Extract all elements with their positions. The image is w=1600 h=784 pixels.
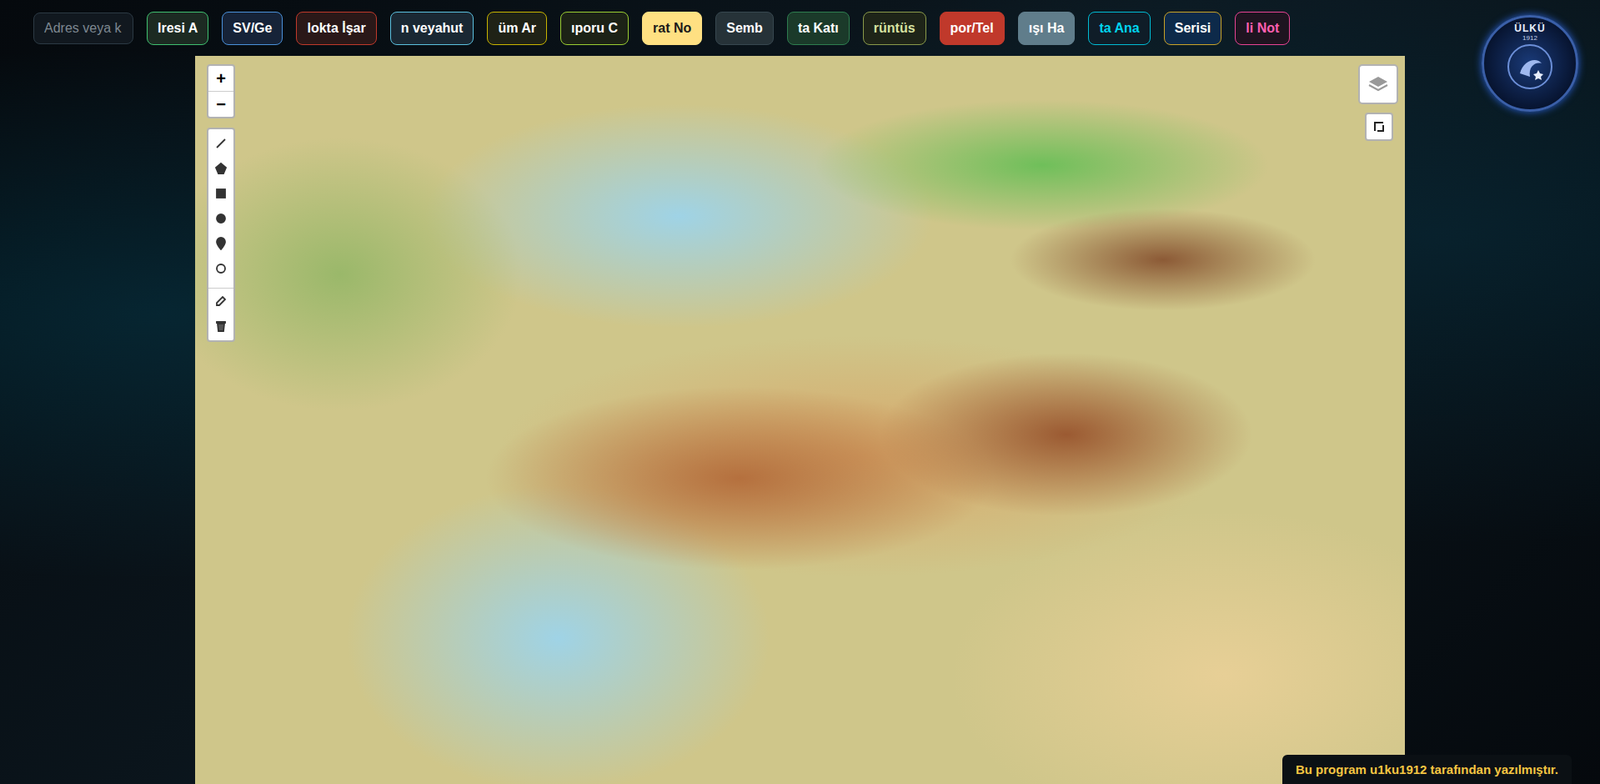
toolbar-button[interactable]: li Not — [1234, 11, 1290, 46]
edit-tool[interactable] — [208, 287, 234, 314]
polyline-icon — [214, 136, 228, 151]
app: lresi A SV/Ge lokta İşar n veyahut üm Ar ıpor… — [0, 0, 1600, 784]
toolbar-button[interactable]: ıporu C — [560, 11, 629, 46]
zoom-out-button[interactable]: − — [208, 90, 234, 117]
zoom-control: +− — [206, 64, 236, 119]
logo-year: 1912 — [1522, 34, 1538, 42]
fullscreen-button[interactable] — [1364, 112, 1394, 141]
layers-icon — [1367, 73, 1390, 96]
trash-icon — [214, 319, 228, 333]
toolbar-button[interactable]: SV/Ge — [221, 11, 283, 46]
toolbar-button[interactable]: ta Katı — [787, 11, 850, 46]
toolbar-button[interactable]: rüntüs — [862, 11, 927, 46]
top-bar: lresi A SV/Ge lokta İşar n veyahut üm Ar ıpor… — [0, 0, 1600, 56]
toolbar-button[interactable]: lokta İşar — [295, 11, 377, 46]
map[interactable]: +− — [195, 55, 1405, 784]
marker-tool[interactable] — [208, 230, 234, 256]
rectangle-tool[interactable] — [208, 180, 234, 206]
delete-tool[interactable] — [208, 313, 234, 339]
frame-icon — [1372, 120, 1386, 134]
polygon-tool[interactable] — [208, 155, 234, 181]
logo-title: ÜLKÜ — [1514, 22, 1545, 35]
draw-toolbar — [206, 127, 236, 342]
layers-button[interactable] — [1358, 64, 1399, 105]
toolbar-button[interactable]: Serisi — [1163, 11, 1223, 46]
polyline-tool[interactable] — [208, 130, 234, 156]
credit-toast: Bu program u1ku1912 tarafından yazılmışt… — [1282, 754, 1572, 784]
toolbar-button[interactable]: por/Tel — [939, 11, 1005, 46]
logo: ÜLKÜ1912 — [1481, 15, 1579, 112]
zoom-in-button[interactable]: + — [208, 65, 234, 91]
toolbar-button[interactable]: ta Ana — [1088, 11, 1150, 46]
edit-icon — [214, 294, 228, 308]
toolbar-button[interactable]: üm Ar — [486, 11, 547, 46]
search-input[interactable] — [33, 12, 134, 45]
circlemarker-tool[interactable] — [208, 255, 234, 281]
polygon-icon — [214, 161, 228, 176]
circlemarker-icon — [214, 261, 228, 276]
toolbar-button[interactable]: lresi A — [146, 11, 209, 46]
toolbar-button[interactable]: n veyahut — [390, 11, 475, 46]
toolbar-button[interactable]: Semb — [715, 11, 774, 46]
circle-tool[interactable] — [208, 205, 234, 231]
rectangle-icon — [214, 186, 228, 201]
marker-icon — [214, 236, 228, 251]
toolbar-button[interactable]: ışı Ha — [1018, 11, 1076, 46]
circle-icon — [214, 211, 228, 226]
toolbar-button[interactable]: rat No — [642, 11, 703, 46]
emblem-icon — [1504, 41, 1555, 92]
